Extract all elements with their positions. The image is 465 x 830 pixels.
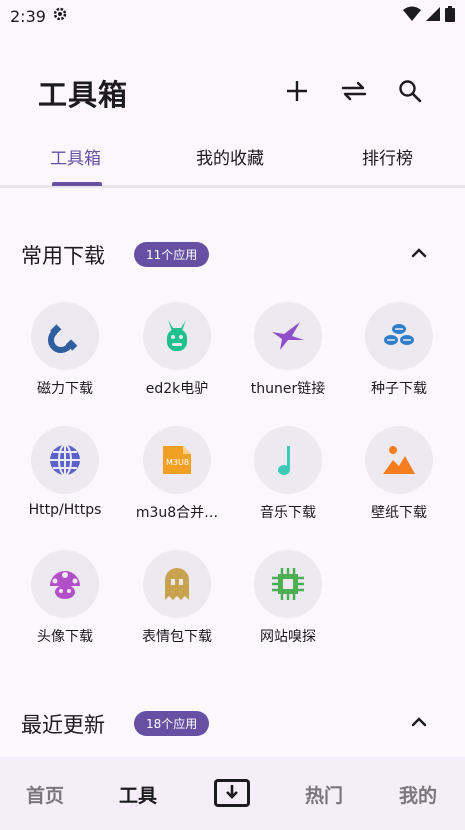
count-badge: 11个应用 [134, 242, 210, 267]
app-item-avatar[interactable]: 头像下载 [10, 548, 120, 658]
bird-icon [272, 322, 304, 350]
nav-hot[interactable]: 热门 [305, 781, 343, 808]
section-header-common: 常用下载 11个应用 [0, 234, 465, 274]
count-badge: 18个应用 [134, 711, 210, 736]
swap-icon [341, 81, 367, 101]
download-box-icon [226, 785, 238, 799]
nav-tools[interactable]: 工具 [119, 781, 157, 808]
search-icon [399, 80, 422, 103]
globe-icon [50, 444, 80, 476]
section-title: 最近更新 [21, 713, 105, 737]
swap-button[interactable] [337, 74, 371, 108]
collapse-button[interactable] [404, 707, 434, 737]
tab-indicator [52, 182, 102, 186]
chevron-up-icon [411, 717, 427, 727]
mushroom-icon [50, 571, 80, 599]
signal-icon [425, 6, 441, 26]
section-header-recent: 最近更新 18个应用 [0, 703, 465, 743]
app-label: thuner链接 [250, 381, 326, 397]
wifi-icon [403, 6, 421, 26]
m3u8-file-icon: M3U8 [163, 446, 191, 474]
ghost-icon [165, 568, 189, 600]
app-item-seeds[interactable]: 种子下载 [344, 300, 454, 410]
chevron-up-icon [411, 248, 427, 258]
gear-icon [52, 6, 68, 26]
music-note-icon [278, 446, 290, 475]
app-grid: 磁力下载 ed2k电驴 thuner链接 种子下载 Http/Https M3U… [0, 300, 465, 660]
add-button[interactable] [280, 74, 314, 108]
app-label: 头像下载 [37, 629, 93, 645]
page-title: 工具箱 [38, 78, 129, 112]
app-item-emoji[interactable]: 表情包下载 [122, 548, 232, 658]
app-bar: 工具箱 [0, 60, 465, 120]
search-button[interactable] [393, 74, 427, 108]
app-label: 种子下载 [371, 381, 427, 397]
app-label: Http/Https [28, 502, 102, 518]
nav-download[interactable] [214, 779, 250, 807]
nav-mine[interactable]: 我的 [399, 781, 437, 808]
app-item-magnet[interactable]: 磁力下载 [10, 300, 120, 410]
add-icon [287, 81, 307, 101]
app-item-ed2k[interactable]: ed2k电驴 [122, 300, 232, 410]
wallpaper-icon [383, 446, 415, 474]
nav-home[interactable]: 首页 [26, 781, 64, 808]
app-label: 音乐下载 [260, 505, 316, 521]
bottom-nav: 首页 工具 热门 我的 [0, 757, 465, 830]
magnet-icon [48, 324, 78, 353]
app-label: ed2k电驴 [145, 381, 209, 397]
section-title: 常用下载 [21, 244, 105, 268]
app-item-m3u8[interactable]: M3U8 m3u8合并… [122, 424, 232, 534]
app-label: 网站嗅探 [260, 629, 316, 645]
status-bar: 2:39 [0, 0, 465, 32]
app-item-wallpaper[interactable]: 壁纸下载 [344, 424, 454, 534]
svg-text:M3U8: M3U8 [166, 458, 189, 467]
app-label: 磁力下载 [37, 381, 93, 397]
seeds-icon [384, 324, 414, 345]
tab-toolbox[interactable]: 工具箱 [50, 144, 101, 169]
donkey-icon [167, 320, 187, 351]
tab-bar: 工具箱 我的收藏 排行榜 [0, 130, 465, 188]
tab-favorites[interactable]: 我的收藏 [196, 144, 264, 169]
status-time: 2:39 [10, 6, 46, 26]
app-label: 壁纸下载 [371, 505, 427, 521]
tab-ranking[interactable]: 排行榜 [362, 144, 413, 169]
app-label: 表情包下载 [142, 629, 212, 645]
app-item-thunder[interactable]: thuner链接 [233, 300, 343, 410]
app-item-http[interactable]: Http/Https [10, 424, 120, 534]
app-label: m3u8合并… [135, 505, 219, 521]
app-item-sniffer[interactable]: 网站嗅探 [233, 548, 343, 658]
chip-icon [272, 568, 304, 600]
app-item-music[interactable]: 音乐下载 [233, 424, 343, 534]
battery-icon [445, 6, 455, 26]
collapse-button[interactable] [404, 238, 434, 268]
